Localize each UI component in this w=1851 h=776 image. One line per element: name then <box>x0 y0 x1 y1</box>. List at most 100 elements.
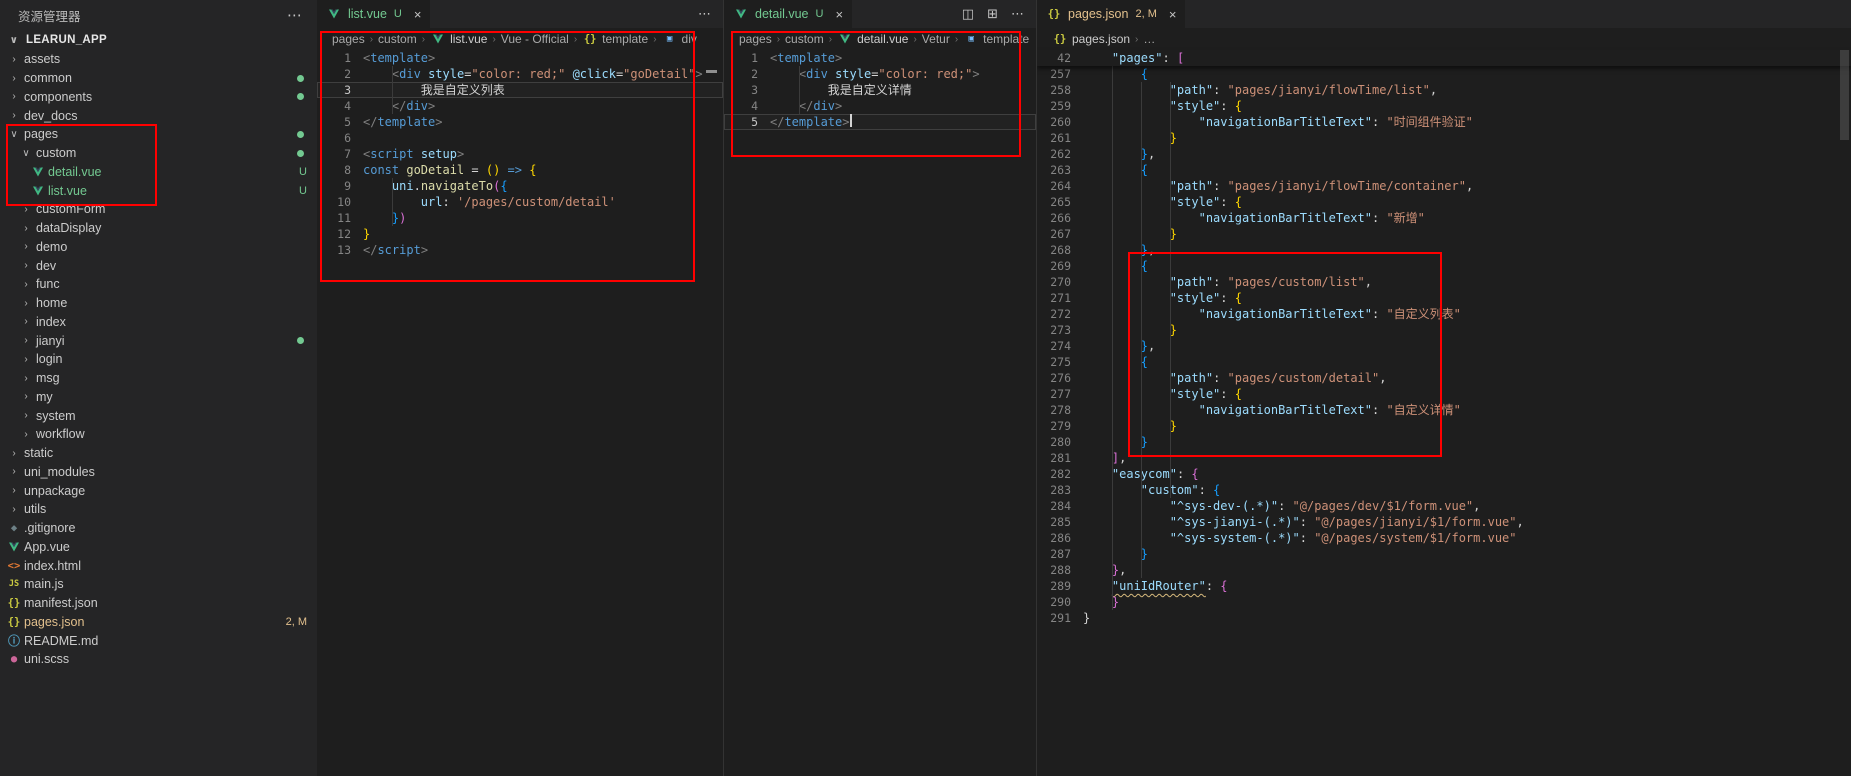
code-line[interactable]: 272 "navigationBarTitleText": "自定义列表" <box>1037 306 1851 322</box>
code-line[interactable]: 268 }, <box>1037 242 1851 258</box>
tree-item-system[interactable]: ›system <box>0 406 317 425</box>
breadcrumb-item[interactable]: list.vue <box>450 32 487 46</box>
code-line[interactable]: 2 <div style="color: red;"> <box>724 66 1036 82</box>
code-line[interactable]: 12} <box>317 226 723 242</box>
breadcrumb-item[interactable]: Vue - Official <box>501 32 569 46</box>
tree-item-assets[interactable]: ›assets <box>0 50 317 69</box>
more-actions-icon[interactable]: ⋯ <box>1011 6 1024 22</box>
tree-item-uni.scss[interactable]: ●uni.scss <box>0 650 317 669</box>
code-line[interactable]: 276 "path": "pages/custom/detail", <box>1037 370 1851 386</box>
code-line[interactable]: 275 { <box>1037 354 1851 370</box>
code-line[interactable]: 2 <div style="color: red;" @click="goDet… <box>317 66 723 82</box>
breadcrumb-item[interactable]: … <box>1143 32 1155 46</box>
breadcrumb-item[interactable]: detail.vue <box>857 32 908 46</box>
tree-item-uni_modules[interactable]: ›uni_modules <box>0 463 317 482</box>
breadcrumb-item[interactable]: template <box>602 32 648 46</box>
breadcrumb-item[interactable]: div <box>682 32 697 46</box>
code-line[interactable]: 284 "^sys-dev-(.*)": "@/pages/dev/$1/for… <box>1037 498 1851 514</box>
code-line[interactable]: 263 { <box>1037 162 1851 178</box>
tab-pages.json[interactable]: {}pages.json2, M× <box>1037 0 1185 28</box>
code-line[interactable]: 289 "uniIdRouter": { <box>1037 578 1851 594</box>
project-root[interactable]: ∨ LEARUN_APP <box>0 30 317 50</box>
code-line[interactable]: 269 { <box>1037 258 1851 274</box>
vertical-scrollbar[interactable] <box>1840 50 1849 140</box>
code-line[interactable]: 4 </div> <box>724 98 1036 114</box>
close-icon[interactable]: × <box>1169 7 1177 22</box>
tree-item-dev_docs[interactable]: ›dev_docs <box>0 106 317 125</box>
breadcrumb-item[interactable]: pages <box>332 32 365 46</box>
tab-list.vue[interactable]: list.vueU× <box>317 0 430 28</box>
code-line[interactable]: 5</template> <box>317 114 723 130</box>
tree-item-home[interactable]: ›home <box>0 294 317 313</box>
code-line[interactable]: 286 "^sys-system-(.*)": "@/pages/system/… <box>1037 530 1851 546</box>
tree-item-customForm[interactable]: ›customForm <box>0 200 317 219</box>
tree-item-msg[interactable]: ›msg <box>0 369 317 388</box>
tree-item-index[interactable]: ›index <box>0 313 317 332</box>
code-line[interactable]: 262 }, <box>1037 146 1851 162</box>
tab-detail.vue[interactable]: detail.vueU× <box>724 0 852 28</box>
tree-item-components[interactable]: ›components <box>0 88 317 107</box>
breadcrumb-item[interactable]: pages <box>739 32 772 46</box>
tree-item-detail.vue[interactable]: detail.vueU <box>0 163 317 182</box>
code-line[interactable]: 285 "^sys-jianyi-(.*)": "@/pages/jianyi/… <box>1037 514 1851 530</box>
code-line[interactable]: 287 } <box>1037 546 1851 562</box>
code-line[interactable]: 3 我是自定义列表 <box>317 82 723 98</box>
tree-item-custom[interactable]: ∨custom <box>0 144 317 163</box>
breadcrumb-item[interactable]: pages.json <box>1072 32 1130 46</box>
code-editor[interactable]: 1<template>2 <div style="color: red;">3 … <box>724 50 1036 130</box>
tree-item-.gitignore[interactable]: ◆.gitignore <box>0 519 317 538</box>
split-editor-icon[interactable]: ◫ <box>962 6 974 22</box>
code-line[interactable]: 7<script setup> <box>317 146 723 162</box>
tree-item-index.html[interactable]: <>index.html <box>0 556 317 575</box>
tree-item-dev[interactable]: ›dev <box>0 256 317 275</box>
code-line[interactable]: 273 } <box>1037 322 1851 338</box>
tree-item-main.js[interactable]: JSmain.js <box>0 575 317 594</box>
code-line[interactable]: 4 </div> <box>317 98 723 114</box>
code-editor[interactable]: 1<template>2 <div style="color: red;" @c… <box>317 50 723 258</box>
code-line[interactable]: 261 } <box>1037 130 1851 146</box>
code-line[interactable]: 6 <box>317 130 723 146</box>
code-line[interactable]: 274 }, <box>1037 338 1851 354</box>
code-line[interactable]: 257 { <box>1037 66 1851 82</box>
more-actions-icon[interactable]: ⋯ <box>287 6 303 24</box>
tree-item-unpackage[interactable]: ›unpackage <box>0 481 317 500</box>
code-line[interactable]: 281 ], <box>1037 450 1851 466</box>
code-line[interactable]: 260 "navigationBarTitleText": "时间组件验证" <box>1037 114 1851 130</box>
code-line[interactable]: 280 } <box>1037 434 1851 450</box>
code-line[interactable]: 8const goDetail = () => { <box>317 162 723 178</box>
editor-layout-icon[interactable]: ⊞ <box>987 6 998 22</box>
code-line[interactable]: 3 我是自定义详情 <box>724 82 1036 98</box>
code-line[interactable]: 283 "custom": { <box>1037 482 1851 498</box>
code-line[interactable]: 291} <box>1037 610 1851 626</box>
tree-item-App.vue[interactable]: App.vue <box>0 538 317 557</box>
code-line[interactable]: 270 "path": "pages/custom/list", <box>1037 274 1851 290</box>
breadcrumb-item[interactable]: custom <box>378 32 417 46</box>
tree-item-README.md[interactable]: ⓘREADME.md <box>0 631 317 650</box>
close-icon[interactable]: × <box>835 7 843 22</box>
code-line[interactable]: 282 "easycom": { <box>1037 466 1851 482</box>
sticky-scroll-line[interactable]: 42 "pages": [ <box>1037 50 1851 66</box>
tree-item-manifest.json[interactable]: {}manifest.json <box>0 594 317 613</box>
code-line[interactable]: 264 "path": "pages/jianyi/flowTime/conta… <box>1037 178 1851 194</box>
tree-item-login[interactable]: ›login <box>0 350 317 369</box>
code-line[interactable]: 1<template> <box>317 50 723 66</box>
code-editor[interactable]: 42 "pages": [257 {258 "path": "pages/jia… <box>1037 50 1851 626</box>
tree-item-utils[interactable]: ›utils <box>0 500 317 519</box>
tree-item-pages.json[interactable]: {}pages.json2, M <box>0 613 317 632</box>
code-line[interactable]: 259 "style": { <box>1037 98 1851 114</box>
tree-item-static[interactable]: ›static <box>0 444 317 463</box>
tree-item-func[interactable]: ›func <box>0 275 317 294</box>
code-line[interactable]: 266 "navigationBarTitleText": "新增" <box>1037 210 1851 226</box>
code-line[interactable]: 13</script> <box>317 242 723 258</box>
tree-item-my[interactable]: ›my <box>0 388 317 407</box>
close-icon[interactable]: × <box>414 7 422 22</box>
tree-item-list.vue[interactable]: list.vueU <box>0 181 317 200</box>
code-line[interactable]: 9 uni.navigateTo({ <box>317 178 723 194</box>
code-line[interactable]: 267 } <box>1037 226 1851 242</box>
code-line[interactable]: 277 "style": { <box>1037 386 1851 402</box>
tree-item-pages[interactable]: ∨pages <box>0 125 317 144</box>
code-line[interactable]: 279 } <box>1037 418 1851 434</box>
code-line[interactable]: 5</template> <box>724 114 1036 130</box>
code-line[interactable]: 11 }) <box>317 210 723 226</box>
code-line[interactable]: 288 }, <box>1037 562 1851 578</box>
